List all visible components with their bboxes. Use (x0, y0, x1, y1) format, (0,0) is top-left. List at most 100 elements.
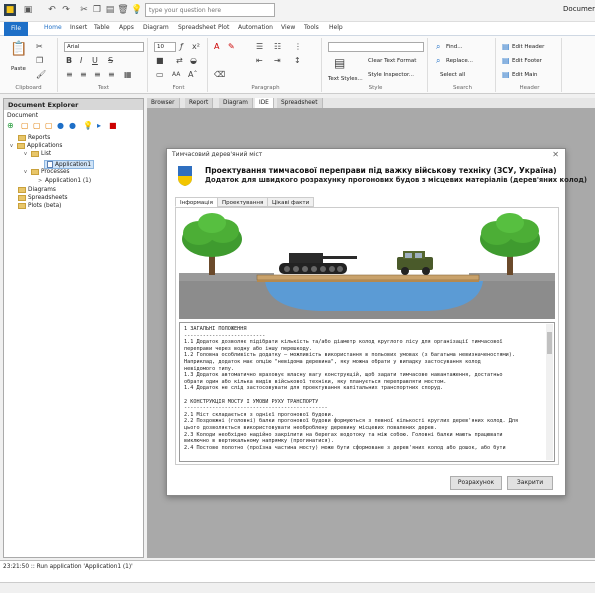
tab-home[interactable]: Home (44, 24, 62, 31)
replace-icon[interactable]: ⌕ (436, 56, 440, 66)
tab-report[interactable]: Report (185, 98, 214, 108)
text-color-icon[interactable]: ■ (156, 56, 164, 66)
info-icon[interactable]: ● (57, 121, 64, 130)
tab-spreadsheet[interactable]: Spreadsheet (178, 24, 216, 31)
pen-icon[interactable]: ✎ (228, 42, 235, 52)
underline-icon[interactable]: U (92, 56, 98, 66)
text-styles-button[interactable]: Text Styles... (328, 76, 363, 82)
calculate-button[interactable]: Розрахунок (450, 476, 502, 490)
lightbulb-icon[interactable]: 💡 (131, 4, 143, 16)
justify-icon[interactable]: ≡ (108, 70, 115, 80)
font-name-select[interactable]: Arial (64, 42, 144, 52)
tab-view[interactable]: View (281, 24, 295, 31)
tab-diagram[interactable]: Diagram (219, 98, 253, 108)
bullet-list-icon[interactable]: ☰ (256, 42, 263, 52)
close-dialog-button[interactable]: Закрити (507, 476, 553, 490)
tree-spreadsheets[interactable]: Spreadsheets (18, 195, 68, 201)
paste-label[interactable]: Paste (11, 66, 26, 72)
tree-application1-process[interactable]: > Application1 (1) (38, 178, 91, 184)
align-left-icon[interactable]: ≡ (66, 70, 73, 80)
tab-facts[interactable]: Цікаві факти (267, 197, 315, 207)
highlight-icon[interactable]: ◒ (190, 56, 197, 66)
tab-spreadsheet[interactable]: Spreadsheet (277, 98, 323, 108)
undo-icon[interactable]: ↶ (46, 4, 58, 16)
open-doc-icon[interactable]: ▢ (33, 121, 41, 130)
bold-icon[interactable]: B (66, 56, 72, 66)
textbox-scrollbar[interactable] (546, 324, 553, 460)
increase-indent-icon[interactable]: ⇥ (274, 56, 281, 66)
replace-button[interactable]: Replace... (446, 58, 473, 64)
lightbulb-icon[interactable]: 💡 (83, 121, 93, 130)
numbered-list-icon[interactable]: ☷ (274, 42, 281, 52)
multilevel-list-icon[interactable]: ⋮ (294, 42, 302, 52)
tab-browser[interactable]: Browser (147, 98, 180, 108)
edit-header-icon[interactable]: ▤ (502, 42, 510, 52)
copy-icon[interactable]: ❐ (91, 4, 103, 16)
shading-icon[interactable]: ▭ (156, 70, 164, 80)
font-color-a-icon[interactable]: A (214, 42, 219, 52)
new-doc-icon[interactable]: ▢ (21, 121, 29, 130)
scrollbar-thumb[interactable] (547, 332, 552, 354)
align-center-icon[interactable]: ≡ (80, 70, 87, 80)
line-spacing-icon[interactable]: ↕ (294, 56, 301, 66)
tab-design[interactable]: Проектування (217, 197, 269, 207)
link-icon[interactable]: ⇄ (176, 56, 183, 66)
collapse-chevron-icon[interactable]: v (24, 169, 29, 175)
tab-apps[interactable]: Apps (119, 24, 134, 31)
select-all-button[interactable]: Select all (440, 72, 465, 78)
add-icon[interactable]: ⊕ (7, 121, 14, 130)
superscript-icon[interactable]: x² (192, 42, 200, 52)
tree-applications[interactable]: v Applications (10, 143, 62, 149)
paste-icon[interactable]: 📋 (10, 42, 27, 56)
eraser-icon[interactable]: ⌫ (214, 70, 225, 80)
tab-information[interactable]: Інформація (175, 197, 218, 207)
tab-help[interactable]: Help (329, 24, 343, 31)
refresh-icon[interactable]: ● (69, 121, 76, 130)
stop-icon[interactable]: ■ (109, 121, 117, 130)
tab-diagram[interactable]: Diagram (143, 24, 169, 31)
tab-plot[interactable]: Plot (218, 24, 229, 31)
strikethrough-icon[interactable]: S (108, 56, 113, 66)
text-styles-icon[interactable]: ▤ (334, 57, 345, 69)
tree-application1[interactable]: Application1 (44, 160, 95, 169)
find-button[interactable]: Find... (446, 44, 463, 50)
tree-diagrams[interactable]: Diagrams (18, 187, 56, 193)
clear-text-format-button[interactable]: Clear Text Format (368, 58, 416, 64)
font-size-select[interactable]: 10 (154, 42, 176, 52)
grow-font-icon[interactable]: Aˆ (188, 70, 197, 80)
help-search-input[interactable] (145, 3, 275, 17)
redo-icon[interactable]: ↷ (60, 4, 72, 16)
tab-tools[interactable]: Tools (304, 24, 319, 31)
style-inspector-button[interactable]: Style Inspector... (368, 72, 414, 78)
edit-main-icon[interactable]: ▤ (502, 70, 510, 80)
cut-icon[interactable]: ✂ (36, 42, 43, 52)
tab-ide[interactable]: IDE (255, 98, 274, 108)
edit-main-button[interactable]: Edit Main (512, 72, 538, 78)
cut-icon[interactable]: ✂ (78, 4, 90, 16)
tab-automation[interactable]: Automation (238, 24, 273, 31)
tree-reports[interactable]: Reports (18, 135, 50, 141)
edit-header-button[interactable]: Edit Header (512, 44, 544, 50)
run-icon[interactable]: ▸ (97, 121, 101, 130)
save-icon[interactable]: ▣ (22, 4, 34, 16)
close-icon[interactable]: ✕ (552, 150, 559, 159)
collapse-chevron-icon[interactable]: v (10, 143, 15, 149)
edit-footer-icon[interactable]: ▤ (502, 56, 510, 66)
italic-icon[interactable]: I (80, 56, 82, 66)
tab-file[interactable]: File (4, 22, 28, 36)
function-icon[interactable]: ƒ (180, 42, 183, 52)
style-select[interactable] (328, 42, 424, 52)
tree-plots[interactable]: Plots (beta) (18, 203, 61, 209)
copy-doc-icon[interactable]: ▢ (45, 121, 53, 130)
align-right-icon[interactable]: ≡ (94, 70, 101, 80)
collapse-chevron-icon[interactable]: v (24, 151, 29, 157)
tab-insert[interactable]: Insert (70, 24, 87, 31)
tab-table[interactable]: Table (94, 24, 110, 31)
delete-icon[interactable]: 🗑 (117, 4, 129, 16)
expand-chevron-icon[interactable]: > (38, 178, 43, 184)
find-icon[interactable]: ⌕ (436, 42, 440, 52)
information-textbox[interactable]: 1 ЗАГАЛЬНІ ПОЛОЖЕННЯ -------------------… (179, 322, 555, 462)
edit-footer-button[interactable]: Edit Footer (512, 58, 542, 64)
decrease-indent-icon[interactable]: ⇤ (256, 56, 263, 66)
paste-icon[interactable]: ▤ (104, 4, 116, 16)
